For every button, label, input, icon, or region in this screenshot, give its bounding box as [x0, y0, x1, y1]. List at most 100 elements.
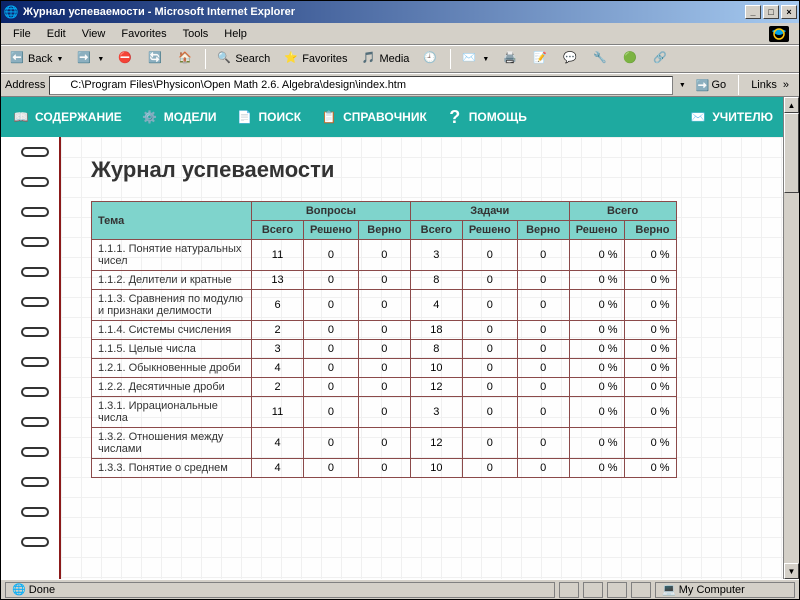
nav-help[interactable]: ?ПОМОЩЬ: [445, 107, 527, 127]
cell-tot-correct: 0 %: [624, 428, 676, 459]
extra1-button[interactable]: 🔧: [588, 48, 614, 70]
cell-q-solved: 0: [304, 397, 359, 428]
cell-tot-solved: 0 %: [569, 428, 624, 459]
cell-q-all: 4: [252, 428, 304, 459]
menu-edit[interactable]: Edit: [39, 26, 74, 42]
cell-q-solved: 0: [304, 359, 359, 378]
discuss-button[interactable]: 💬: [558, 48, 584, 70]
table-row: 1.3.1. Иррациональные числа11003000 %0 %: [92, 397, 677, 428]
menu-help[interactable]: Help: [216, 26, 255, 42]
table-row: 1.2.2. Десятичные дроби20012000 %0 %: [92, 378, 677, 397]
chevron-down-icon: ▼: [482, 56, 489, 63]
done-icon: 🌐: [12, 583, 26, 596]
cell-tot-solved: 0 %: [569, 340, 624, 359]
cell-tot-solved: 0 %: [569, 271, 624, 290]
nav-contents[interactable]: 📖СОДЕРЖАНИЕ: [11, 107, 122, 127]
edit-button[interactable]: 📝: [528, 48, 554, 70]
scroll-thumb[interactable]: [784, 113, 799, 193]
media-button[interactable]: 🎵Media: [356, 48, 414, 70]
cell-topic: 1.2.1. Обыкновенные дроби: [92, 359, 252, 378]
refresh-button[interactable]: 🔄: [143, 48, 169, 70]
cell-t-solved: 0: [462, 459, 517, 478]
app-navbar: 📖СОДЕРЖАНИЕ ⚙️МОДЕЛИ 📄ПОИСК 📋СПРАВОЧНИК …: [1, 97, 783, 137]
menu-favorites[interactable]: Favorites: [113, 26, 174, 42]
addressbar: Address ▼ ➡️Go Links»: [1, 73, 799, 97]
table-row: 1.1.2. Делители и кратные13008000 %0 %: [92, 271, 677, 290]
search-icon: 📄: [235, 107, 255, 127]
menu-view[interactable]: View: [74, 26, 114, 42]
history-button[interactable]: 🕘: [418, 48, 444, 70]
cell-tot-correct: 0 %: [624, 271, 676, 290]
cell-t-solved: 0: [462, 428, 517, 459]
address-input[interactable]: [49, 76, 673, 95]
scroll-up-icon[interactable]: ▲: [784, 97, 799, 113]
go-icon: ➡️: [696, 79, 710, 92]
table-row: 1.3.3. Понятие о среднем40010000 %0 %: [92, 459, 677, 478]
status-pane: [583, 582, 603, 598]
cell-q-correct: 0: [358, 378, 410, 397]
cell-tot-correct: 0 %: [624, 340, 676, 359]
th-solved: Решено: [304, 221, 359, 240]
menu-tools[interactable]: Tools: [175, 26, 217, 42]
th-topic: Тема: [92, 202, 252, 240]
cell-q-correct: 0: [358, 359, 410, 378]
cell-q-solved: 0: [304, 321, 359, 340]
cell-t-all: 8: [410, 271, 462, 290]
separator: [205, 49, 206, 69]
mail-button[interactable]: ✉️▼: [457, 48, 494, 70]
cell-t-correct: 0: [517, 428, 569, 459]
cell-tot-solved: 0 %: [569, 359, 624, 378]
minimize-button[interactable]: _: [745, 5, 761, 19]
toolbar: ⬅️ Back ▼ ➡️ ▼ ⛔ 🔄 🏠 🔍Search ⭐Favorites …: [1, 45, 799, 73]
print-button[interactable]: 🖨️: [498, 48, 524, 70]
cell-t-all: 8: [410, 340, 462, 359]
cell-t-all: 3: [410, 397, 462, 428]
th-all: Всего: [252, 221, 304, 240]
home-button[interactable]: 🏠: [173, 48, 199, 70]
maximize-button[interactable]: □: [763, 5, 779, 19]
cell-q-solved: 0: [304, 240, 359, 271]
cell-t-all: 18: [410, 321, 462, 340]
stop-icon: ⛔: [118, 51, 134, 67]
search-button[interactable]: 🔍Search: [212, 48, 275, 70]
cell-topic: 1.1.2. Делители и кратные: [92, 271, 252, 290]
extra3-button[interactable]: 🔗: [648, 48, 674, 70]
go-button[interactable]: ➡️Go: [690, 77, 732, 94]
cell-t-all: 12: [410, 378, 462, 397]
menu-file[interactable]: File: [5, 26, 39, 42]
nav-teacher[interactable]: ✉️УЧИТЕЛЮ: [688, 107, 773, 127]
nav-reference[interactable]: 📋СПРАВОЧНИК: [319, 107, 427, 127]
back-icon: ⬅️: [10, 51, 26, 67]
th-correct: Верно: [624, 221, 676, 240]
links-button[interactable]: Links»: [745, 77, 795, 93]
vertical-scrollbar[interactable]: ▲ ▼: [783, 97, 799, 579]
chevron-down-icon: ▼: [97, 56, 104, 63]
address-dropdown[interactable]: ▼: [679, 82, 686, 89]
cell-tot-correct: 0 %: [624, 290, 676, 321]
extra2-button[interactable]: 🟢: [618, 48, 644, 70]
home-icon: 🏠: [178, 51, 194, 67]
th-questions: Вопросы: [252, 202, 411, 221]
chevron-down-icon: ▼: [56, 56, 63, 63]
nav-models[interactable]: ⚙️МОДЕЛИ: [140, 107, 217, 127]
status-pane: [559, 582, 579, 598]
forward-button[interactable]: ➡️ ▼: [72, 48, 109, 70]
nav-search[interactable]: 📄ПОИСК: [235, 107, 302, 127]
th-total: Всего: [569, 202, 676, 221]
cell-topic: 1.3.3. Понятие о среднем: [92, 459, 252, 478]
table-row: 1.2.1. Обыкновенные дроби40010000 %0 %: [92, 359, 677, 378]
cell-tot-correct: 0 %: [624, 359, 676, 378]
ie-icon: 🌐: [3, 4, 19, 20]
th-all: Всего: [410, 221, 462, 240]
scroll-down-icon[interactable]: ▼: [784, 563, 799, 579]
link-icon: 🔗: [653, 51, 669, 67]
favorites-button[interactable]: ⭐Favorites: [279, 48, 352, 70]
back-button[interactable]: ⬅️ Back ▼: [5, 48, 68, 70]
page-body: Журнал успеваемости Тема Вопросы Задачи …: [1, 137, 783, 579]
close-button[interactable]: ×: [781, 5, 797, 19]
security-zone: 💻 My Computer: [655, 582, 795, 598]
stop-button[interactable]: ⛔: [113, 48, 139, 70]
star-icon: ⭐: [284, 51, 300, 67]
content-area: 📖СОДЕРЖАНИЕ ⚙️МОДЕЛИ 📄ПОИСК 📋СПРАВОЧНИК …: [1, 97, 799, 579]
cell-q-correct: 0: [358, 271, 410, 290]
